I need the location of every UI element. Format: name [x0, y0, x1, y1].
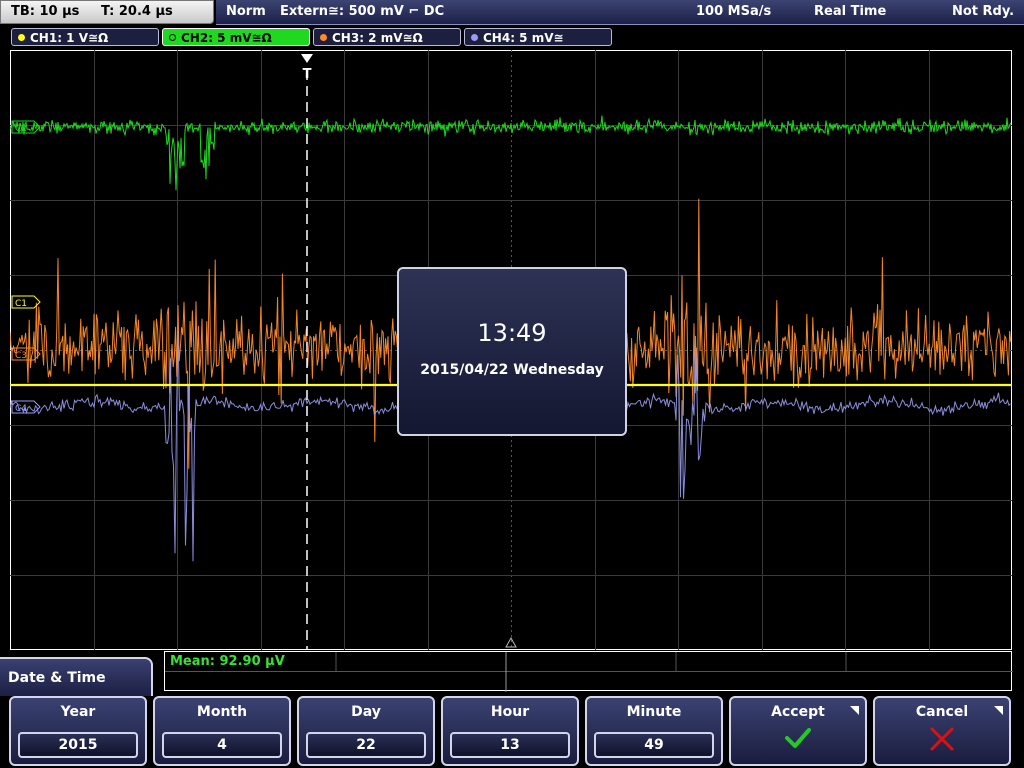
- acquisition-status-strip[interactable]: Norm Extern≅: 500 mV ⌐ DC 100 MSa/s Real…: [216, 0, 1024, 25]
- month-value[interactable]: 4: [162, 732, 282, 758]
- month-softkey[interactable]: Month 4: [153, 696, 291, 766]
- trigger-status: Not Rdy.: [952, 4, 1015, 19]
- day-value[interactable]: 22: [306, 732, 426, 758]
- cross-icon: [930, 727, 954, 751]
- channel-tab-ch4[interactable]: CH4: 5 mV≅: [464, 28, 612, 46]
- cancel-button[interactable]: Cancel: [873, 696, 1011, 766]
- trigger-source: Extern≅: 500 mV ⌐ DC: [280, 4, 445, 19]
- menu-title-tab: Date & Time: [0, 657, 153, 699]
- ch1-label: CH1: 1 V≅Ω: [30, 31, 109, 45]
- channel-tab-ch1[interactable]: CH1: 1 V≅Ω: [11, 28, 159, 46]
- hour-value[interactable]: 13: [450, 732, 570, 758]
- minute-softkey[interactable]: Minute 49: [585, 696, 723, 766]
- ch4-marker-label: C4: [15, 404, 27, 414]
- year-softkey[interactable]: Year 2015: [9, 696, 147, 766]
- mean-measurement: Mean: 92.90 µV: [170, 654, 285, 669]
- day-softkey[interactable]: Day 22: [297, 696, 435, 766]
- ch4-color-dot: [471, 34, 478, 41]
- year-label: Year: [60, 704, 96, 720]
- acquisition-mode: Real Time: [814, 4, 887, 19]
- timebase-value: TB: 10 µs: [11, 4, 80, 19]
- checkmark-icon: [785, 728, 811, 748]
- popup-time: 13:49: [477, 319, 547, 347]
- measurement-dividers: [165, 652, 1013, 692]
- ch1-marker-label: C1: [15, 299, 27, 309]
- ch4-label: CH4: 5 mV≅: [483, 31, 564, 45]
- measurement-panel: Mean: 92.90 µV: [164, 651, 1013, 692]
- ch3-color-dot: [320, 34, 327, 41]
- minute-value[interactable]: 49: [594, 732, 714, 758]
- year-value[interactable]: 2015: [18, 732, 138, 758]
- channel-tab-ch3[interactable]: CH3: 2 mV≅Ω: [313, 28, 461, 46]
- trigger-marker-label: T: [303, 67, 312, 82]
- ch2-label: CH2: 5 mV≅Ω: [181, 31, 272, 45]
- month-label: Month: [196, 704, 248, 720]
- cancel-label: Cancel: [915, 704, 969, 720]
- day-label: Day: [351, 704, 381, 720]
- softkey-bar: Year 2015 Month 4 Day 22 Hour 13 Minute …: [0, 696, 1024, 768]
- popup-date: 2015/04/22 Wednesday: [420, 362, 604, 378]
- date-time-popup: 13:49 2015/04/22 Wednesday: [397, 267, 627, 436]
- hour-softkey[interactable]: Hour 13: [441, 696, 579, 766]
- trigger-time-value: T: 20.4 µs: [101, 4, 173, 19]
- sample-rate: 100 MSa/s: [696, 4, 772, 19]
- ch3-label: CH3: 2 mV≅Ω: [332, 31, 423, 45]
- ch2-color-dot: [169, 34, 176, 41]
- top-status-bar: TB: 10 µs T: 20.4 µs Norm Extern≅: 500 m…: [0, 0, 1024, 25]
- ch2-marker-label: C2: [15, 124, 27, 134]
- accept-label: Accept: [771, 704, 825, 720]
- ch3-marker-label: C3: [15, 351, 27, 361]
- submenu-corner-icon: [850, 706, 859, 715]
- ch1-color-dot: [18, 34, 25, 41]
- channel-tab-ch2[interactable]: CH2: 5 mV≅Ω: [162, 28, 310, 46]
- menu-title: Date & Time: [8, 670, 106, 686]
- accept-button[interactable]: Accept: [729, 696, 867, 766]
- trigger-mode: Norm: [226, 4, 266, 19]
- submenu-corner-icon: [994, 706, 1003, 715]
- timebase-box[interactable]: TB: 10 µs T: 20.4 µs: [0, 0, 214, 24]
- minute-label: Minute: [626, 704, 682, 720]
- hour-label: Hour: [490, 704, 530, 720]
